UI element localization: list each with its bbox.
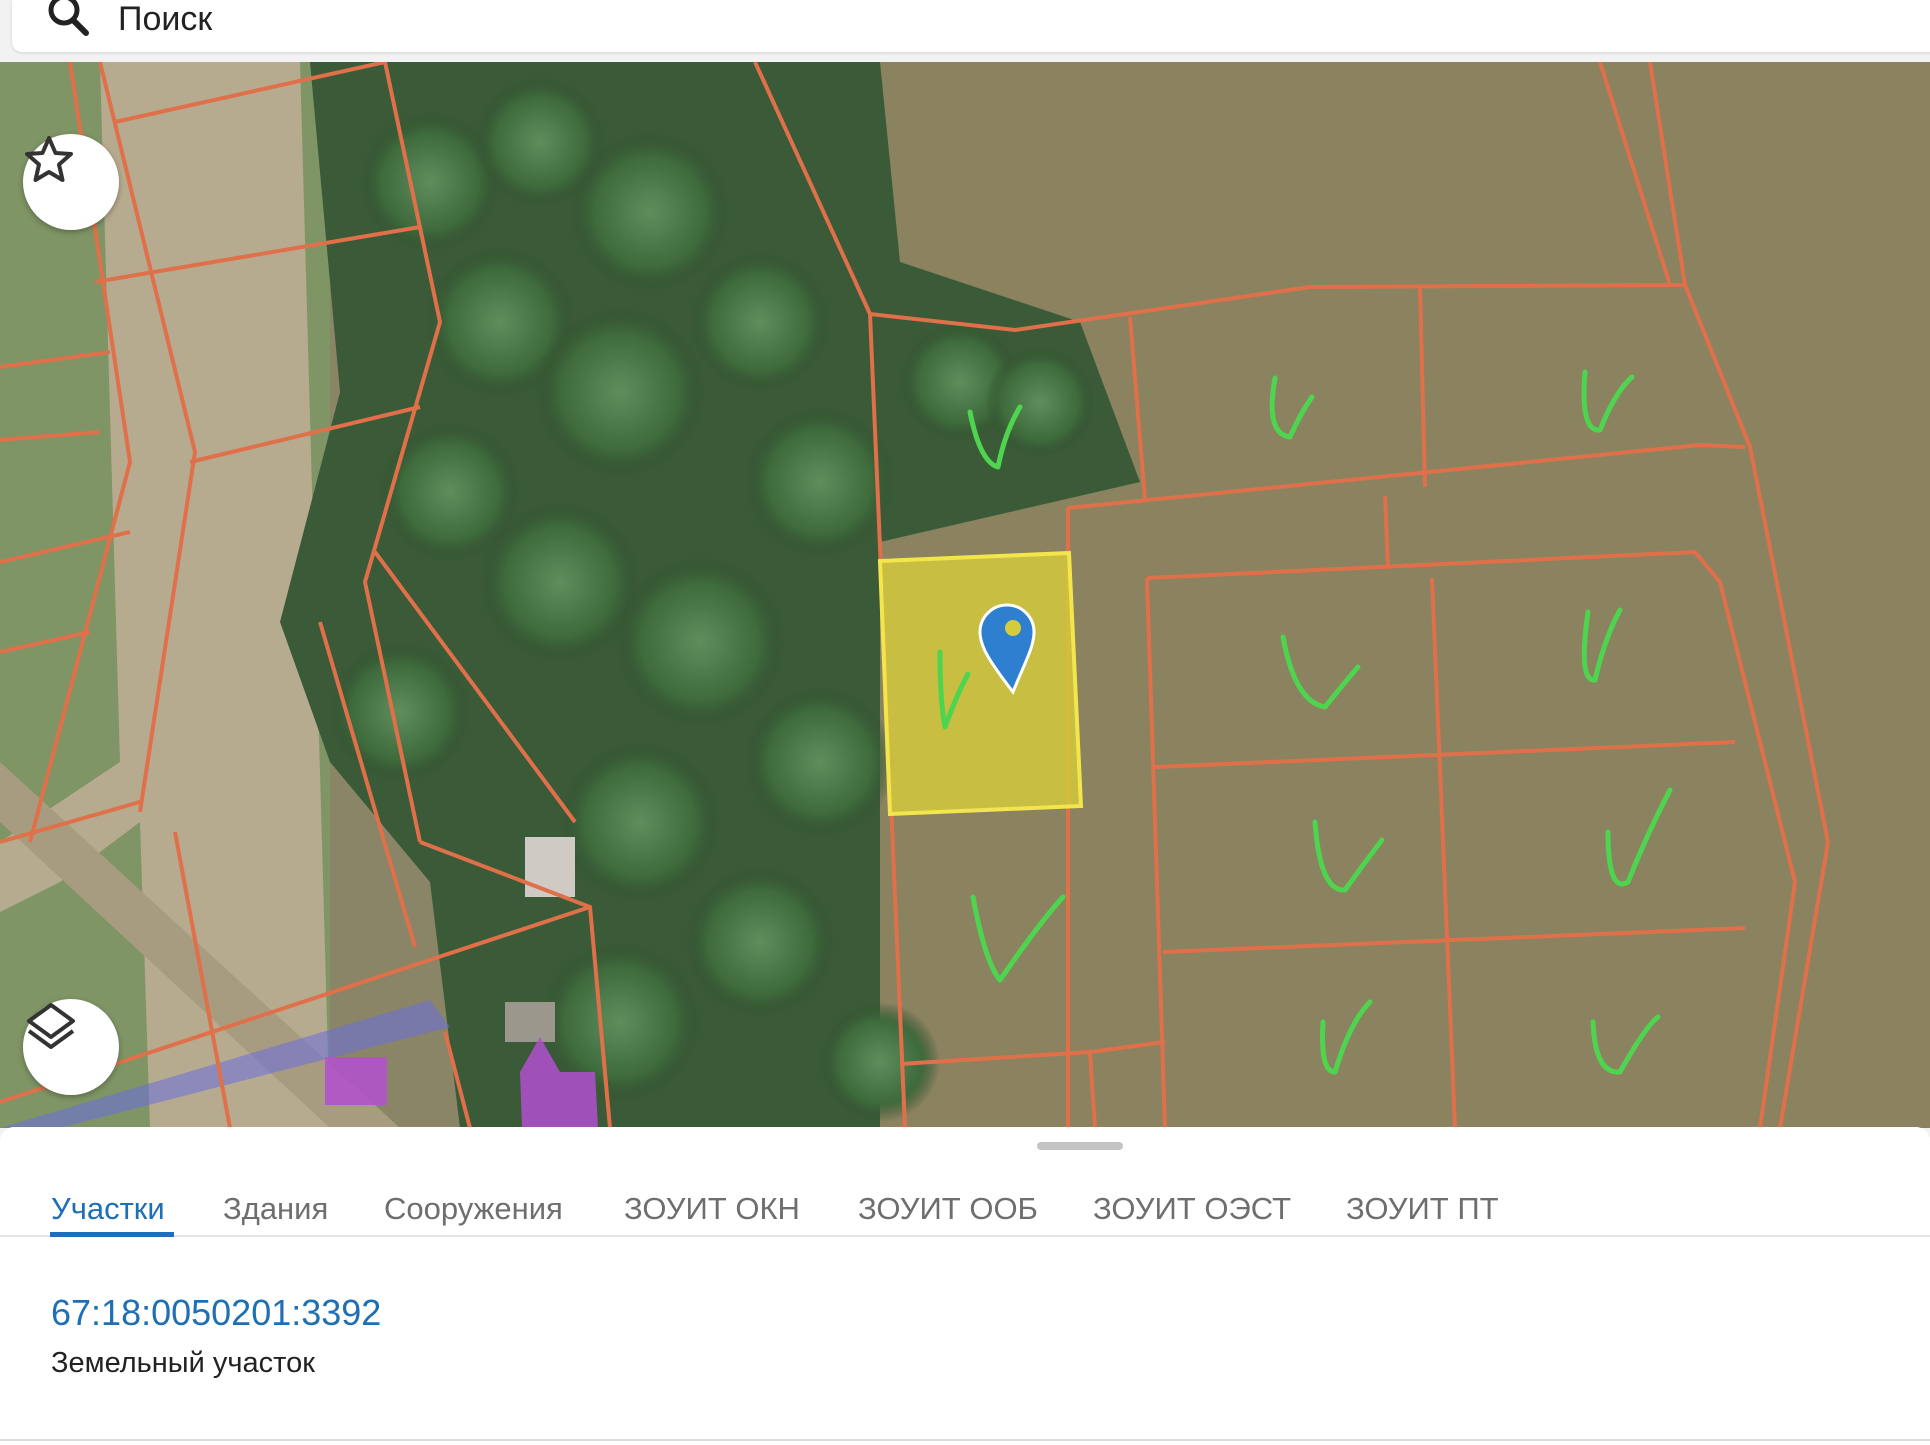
selected-parcel[interactable] (877, 550, 1084, 817)
tab-parcels[interactable]: Участки (51, 1167, 165, 1235)
tab-zouit-oob[interactable]: ЗОУИТ ООБ (858, 1167, 1038, 1235)
tab-zouit-oest[interactable]: ЗОУИТ ОЭСТ (1093, 1167, 1291, 1235)
tab-bar: Участки Здания Сооружения ЗОУИТ ОКН ЗОУИ… (0, 1167, 1930, 1237)
search-icon (48, 0, 89, 36)
active-tab-indicator (50, 1232, 174, 1237)
map-view[interactable] (0, 62, 1930, 1128)
star-icon (25, 136, 73, 182)
search-input[interactable] (116, 0, 1820, 42)
tab-buildings[interactable]: Здания (223, 1167, 328, 1235)
sheet-drag-handle[interactable] (1037, 1142, 1123, 1150)
tab-structures[interactable]: Сооружения (384, 1167, 563, 1235)
cadastral-number-link[interactable]: 67:18:0050201:3392 (51, 1292, 381, 1334)
search-bar[interactable] (12, 0, 1930, 52)
tab-zouit-okn[interactable]: ЗОУИТ ОКН (624, 1167, 800, 1235)
satellite-map (0, 62, 1930, 1128)
bottom-sheet: Участки Здания Сооружения ЗОУИТ ОКН ЗОУИ… (0, 1127, 1930, 1445)
divider (0, 1439, 1930, 1441)
tab-zouit-pt[interactable]: ЗОУИТ ПТ (1346, 1167, 1499, 1235)
layers-icon (27, 1003, 75, 1049)
parcel-type-label: Земельный участок (51, 1347, 315, 1379)
favorite-button[interactable] (23, 134, 119, 230)
layers-button[interactable] (23, 999, 119, 1095)
